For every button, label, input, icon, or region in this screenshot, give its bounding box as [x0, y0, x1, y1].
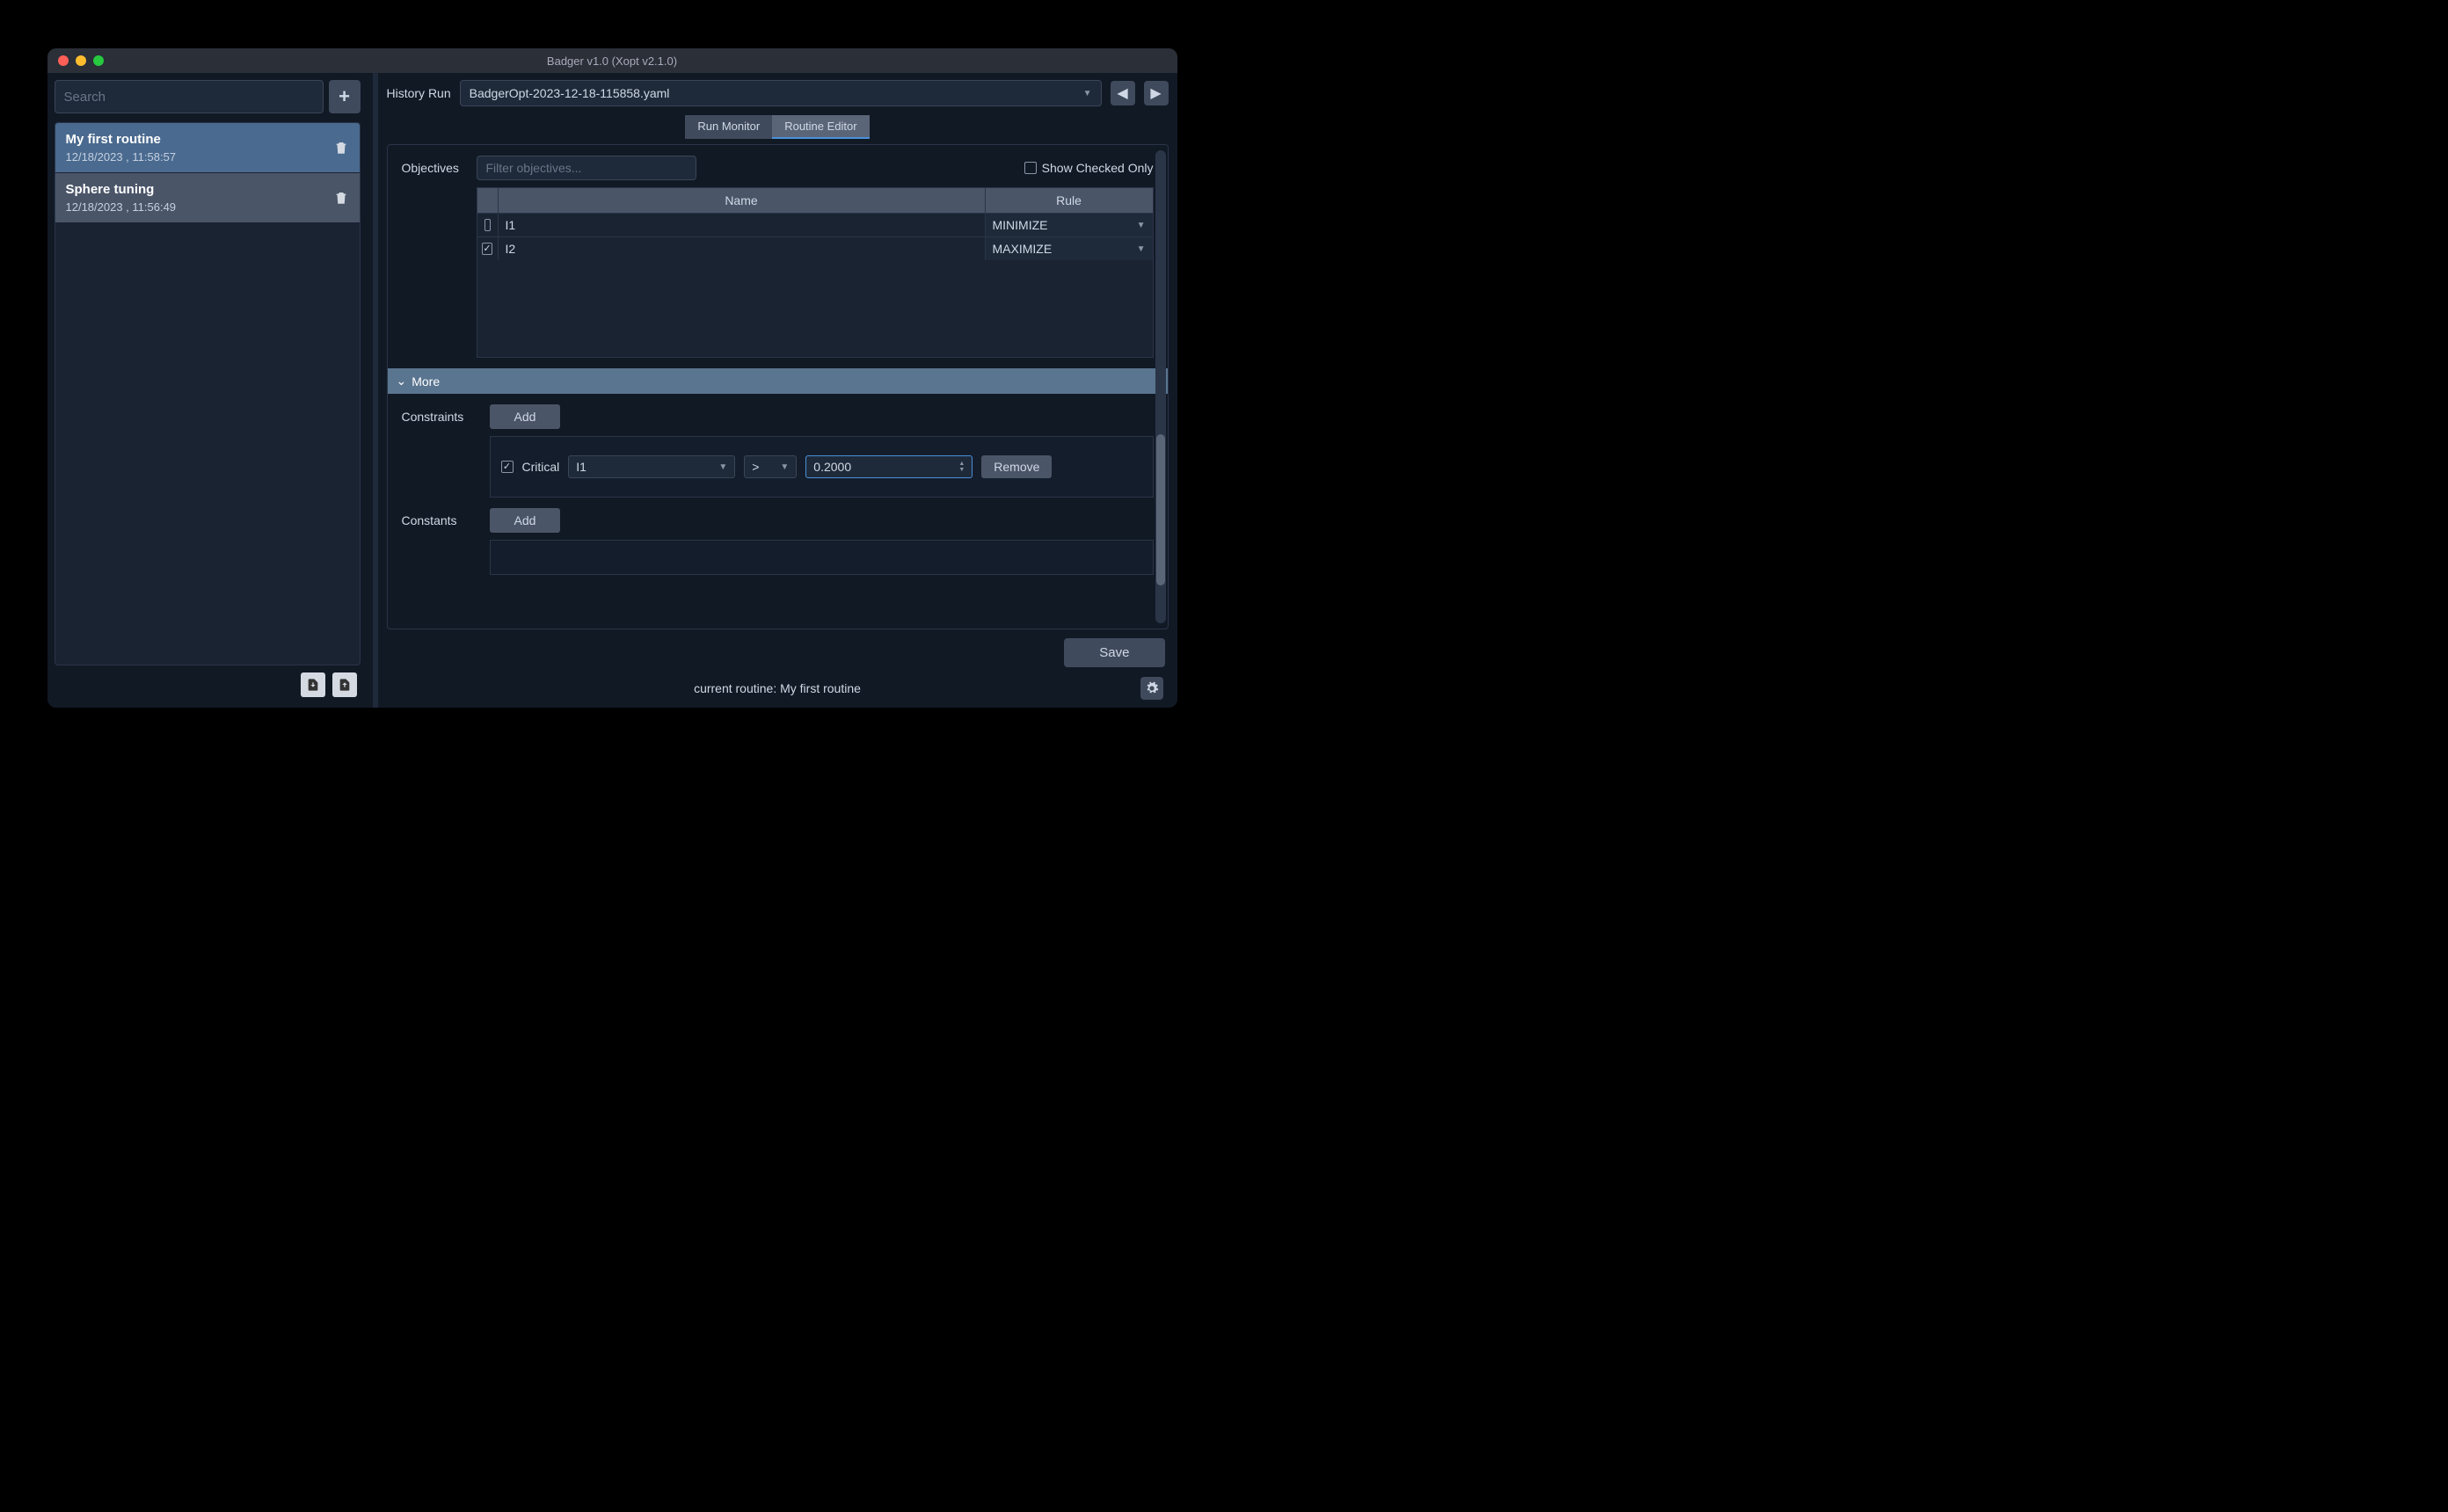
history-run-value: BadgerOpt-2023-12-18-115858.yaml [470, 86, 670, 100]
search-row: + [55, 80, 361, 113]
checkbox-column-header [477, 188, 499, 213]
sidebar: + My first routine 12/18/2023 , 11:58:57… [47, 73, 373, 708]
objective-name[interactable]: I1 [499, 214, 986, 236]
prev-run-button[interactable]: ◀ [1111, 81, 1135, 105]
show-checked-only-checkbox[interactable] [1024, 162, 1037, 174]
critical-label: Critical [522, 460, 560, 474]
name-column-header: Name [499, 188, 986, 213]
tab-bar: Run Monitor Routine Editor [387, 115, 1169, 139]
app-window: Badger v1.0 (Xopt v2.1.0) + My first rou… [47, 48, 1177, 708]
filter-objectives-input[interactable] [477, 156, 696, 180]
constants-box [490, 540, 1154, 575]
chevron-left-icon: ◀ [1117, 84, 1127, 102]
footer-row: Save [387, 629, 1169, 676]
constants-section: Constants Add [402, 508, 1154, 575]
app-body: + My first routine 12/18/2023 , 11:58:57… [47, 73, 1177, 708]
routine-list: My first routine 12/18/2023 , 11:58:57 S… [55, 122, 361, 665]
routine-item[interactable]: Sphere tuning 12/18/2023 , 11:56:49 [55, 173, 360, 223]
scrollbar-thumb[interactable] [1156, 434, 1165, 585]
constraint-var-select[interactable]: I1 ▼ [568, 455, 735, 478]
plus-icon: + [339, 85, 350, 108]
objective-rule-select[interactable]: MINIMIZE ▼ [986, 214, 1153, 236]
window-title: Badger v1.0 (Xopt v2.1.0) [547, 55, 677, 68]
routine-name: My first routine [66, 132, 177, 147]
save-button[interactable]: Save [1064, 638, 1164, 667]
show-checked-only-label[interactable]: Show Checked Only [1024, 161, 1154, 175]
trash-icon[interactable] [333, 190, 349, 206]
chevron-down-icon: ▼ [780, 462, 789, 472]
settings-button[interactable] [1140, 677, 1163, 700]
objective-checkbox[interactable] [484, 219, 491, 231]
spinner-buttons[interactable]: ▲▼ [958, 461, 965, 473]
window-controls [58, 55, 104, 66]
tab-routine-editor[interactable]: Routine Editor [772, 115, 869, 139]
routine-date: 12/18/2023 , 11:56:49 [66, 200, 177, 214]
export-button[interactable] [301, 672, 325, 697]
trash-icon[interactable] [333, 140, 349, 156]
table-header: Name Rule [477, 188, 1153, 213]
critical-checkbox[interactable] [501, 461, 514, 473]
objectives-table: Name Rule I1 MINIMIZE ▼ [477, 187, 1154, 358]
routine-item[interactable]: My first routine 12/18/2023 , 11:58:57 [55, 123, 360, 173]
status-text: current routine: My first routine [694, 681, 861, 695]
remove-constraint-button[interactable]: Remove [981, 455, 1052, 478]
maximize-window-button[interactable] [93, 55, 104, 66]
tab-run-monitor[interactable]: Run Monitor [685, 115, 772, 139]
file-import-icon [338, 678, 352, 692]
objective-name[interactable]: I2 [499, 237, 986, 260]
constraints-label: Constraints [402, 404, 472, 424]
routine-name: Sphere tuning [66, 182, 177, 197]
chevron-down-icon: ▼ [1137, 244, 1146, 254]
add-routine-button[interactable]: + [329, 80, 361, 113]
titlebar: Badger v1.0 (Xopt v2.1.0) [47, 48, 1177, 73]
status-bar: current routine: My first routine [387, 676, 1169, 701]
more-section-header[interactable]: ⌄ More [388, 368, 1168, 394]
constraint-op-select[interactable]: > ▼ [744, 455, 797, 478]
scrollbar-vertical[interactable] [1155, 150, 1166, 623]
file-export-icon [306, 678, 320, 692]
objective-checkbox[interactable] [482, 243, 492, 255]
editor-content: Objectives Show Checked Only [387, 144, 1169, 629]
constraint-row: Critical I1 ▼ > ▼ 0.2000 ▲▼ [490, 436, 1154, 498]
close-window-button[interactable] [58, 55, 69, 66]
chevron-down-icon: ▼ [1083, 89, 1092, 98]
more-label: More [412, 374, 440, 389]
objectives-label: Objectives [402, 156, 459, 175]
add-constraint-button[interactable]: Add [490, 404, 561, 429]
constraint-value-input[interactable]: 0.2000 ▲▼ [805, 455, 973, 478]
constants-label: Constants [402, 508, 472, 527]
objectives-section: Objectives Show Checked Only [402, 156, 1154, 358]
routine-date: 12/18/2023 , 11:58:57 [66, 150, 177, 164]
chevron-down-icon: ▼ [1137, 221, 1146, 230]
objective-rule-select[interactable]: MAXIMIZE ▼ [986, 237, 1153, 260]
chevron-down-icon: ⌄ [397, 374, 407, 389]
import-button[interactable] [332, 672, 357, 697]
main-pane: History Run BadgerOpt-2023-12-18-115858.… [378, 73, 1177, 708]
sidebar-footer [55, 665, 361, 701]
next-run-button[interactable]: ▶ [1144, 81, 1169, 105]
minimize-window-button[interactable] [76, 55, 86, 66]
history-run-label: History Run [387, 86, 451, 100]
table-row: I2 MAXIMIZE ▼ [477, 236, 1153, 260]
history-row: History Run BadgerOpt-2023-12-18-115858.… [387, 80, 1169, 106]
add-constant-button[interactable]: Add [490, 508, 561, 533]
table-row: I1 MINIMIZE ▼ [477, 213, 1153, 236]
chevron-down-icon: ▼ [718, 462, 727, 472]
rule-column-header: Rule [986, 188, 1153, 213]
constraints-section: Constraints Add Critical I1 ▼ > [402, 404, 1154, 498]
search-input[interactable] [55, 80, 324, 113]
history-run-select[interactable]: BadgerOpt-2023-12-18-115858.yaml ▼ [460, 80, 1102, 106]
chevron-right-icon: ▶ [1150, 84, 1161, 102]
gear-icon [1145, 681, 1159, 695]
